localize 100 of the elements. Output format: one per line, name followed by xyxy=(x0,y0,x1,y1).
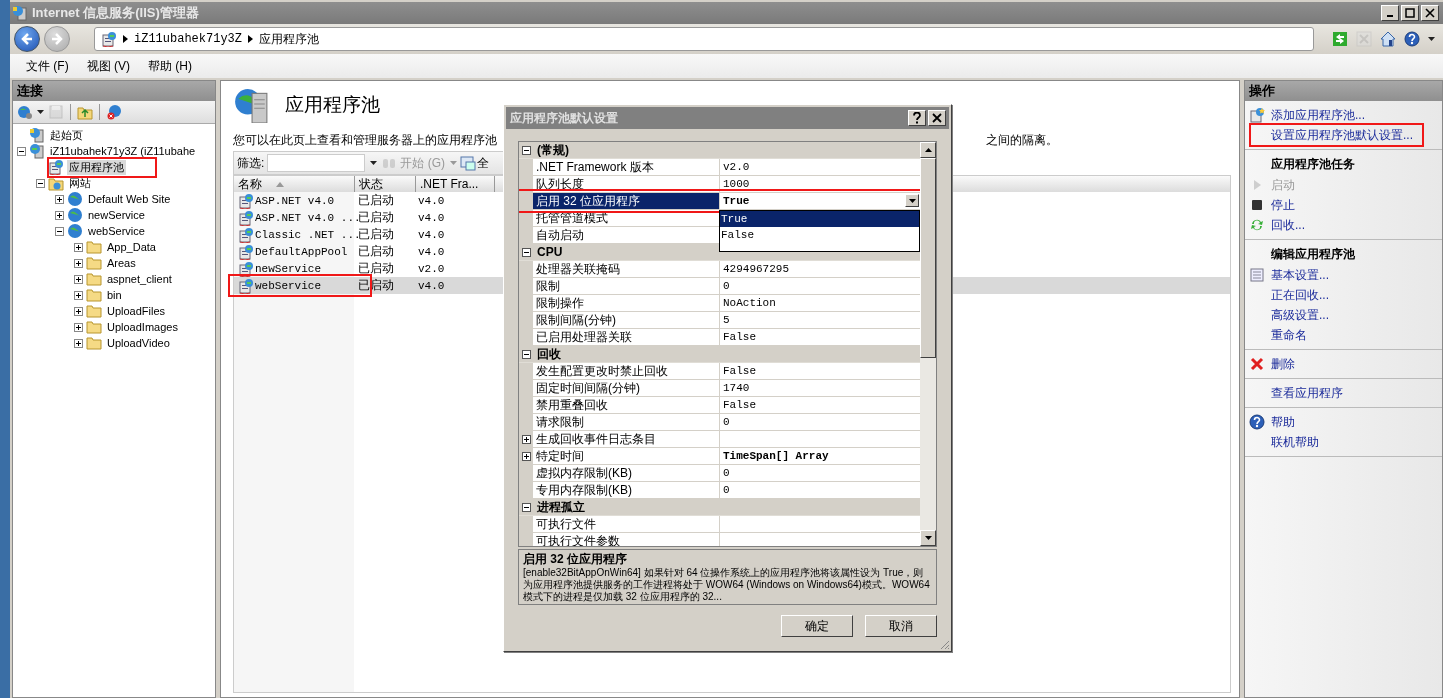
collapse-icon[interactable] xyxy=(17,146,26,156)
tree-item[interactable]: bin xyxy=(105,287,124,303)
collapse-icon[interactable] xyxy=(36,178,45,188)
action-link[interactable]: 帮助 xyxy=(1271,413,1295,431)
action-link[interactable]: 删除 xyxy=(1271,355,1295,373)
expand-icon[interactable] xyxy=(74,258,83,268)
property-name[interactable]: 禁用重叠回收 xyxy=(533,397,720,413)
action-link[interactable]: 查看应用程序 xyxy=(1271,384,1343,402)
action-link[interactable]: 高级设置... xyxy=(1271,306,1329,324)
expand-icon[interactable] xyxy=(55,194,64,204)
arrow-icon[interactable] xyxy=(123,35,128,43)
property-name[interactable]: 可执行文件 xyxy=(533,516,720,532)
tree-item[interactable]: UploadFiles xyxy=(105,303,168,319)
breadcrumb-item[interactable]: 应用程序池 xyxy=(259,30,320,48)
scroll-up-button[interactable] xyxy=(920,142,936,158)
property-name[interactable]: 虚拟内存限制(KB) xyxy=(533,465,720,481)
menu-item[interactable]: 帮助 (H) xyxy=(142,55,198,77)
delete-icon[interactable] xyxy=(1249,356,1265,372)
tree-item[interactable]: UploadVideo xyxy=(105,335,172,351)
expand-icon[interactable] xyxy=(74,306,83,316)
show-all-button[interactable]: 全 xyxy=(477,154,489,172)
column-header[interactable]: .NET Fra... xyxy=(416,176,495,192)
arrow-icon[interactable] xyxy=(248,35,254,43)
property-name[interactable]: 专用内存限制(KB) xyxy=(533,482,720,498)
dropdown-button[interactable] xyxy=(905,194,919,207)
tree-item[interactable]: 网站 xyxy=(67,175,93,191)
tree-item[interactable]: Default Web Site xyxy=(86,191,173,207)
show-all-icon[interactable] xyxy=(460,155,476,171)
menu-item[interactable]: 文件 (F) xyxy=(20,55,75,77)
scrollbar[interactable] xyxy=(920,142,936,546)
maximize-button[interactable] xyxy=(1401,5,1419,21)
ok-button[interactable]: 确定 xyxy=(781,615,853,637)
help-icon[interactable] xyxy=(1404,31,1420,47)
expand-icon[interactable] xyxy=(74,290,83,300)
property-name[interactable]: 托管管道模式 xyxy=(533,210,720,226)
expand-icon[interactable] xyxy=(74,274,83,284)
action-link[interactable]: 正在回收... xyxy=(1271,286,1329,304)
expand-icon[interactable] xyxy=(521,451,531,461)
dropdown-option[interactable]: True xyxy=(720,211,919,227)
expand-icon[interactable] xyxy=(55,210,64,220)
property-name[interactable]: 限制间隔(分钟) xyxy=(533,312,720,328)
action-link[interactable]: 设置应用程序池默认设置... xyxy=(1271,126,1413,144)
expand-icon[interactable] xyxy=(74,338,83,348)
property-name[interactable]: 自动启动 xyxy=(533,227,720,243)
action-link[interactable]: 基本设置... xyxy=(1271,266,1329,284)
tree-item[interactable]: 应用程序池 xyxy=(67,159,126,175)
globe-icon[interactable] xyxy=(17,104,33,120)
collapse-icon[interactable] xyxy=(522,247,531,257)
property-name[interactable]: 限制 xyxy=(533,278,720,294)
tree-item[interactable]: aspnet_client xyxy=(105,271,174,287)
home-icon[interactable] xyxy=(1380,31,1396,47)
breadcrumb-item[interactable]: iZ11ubahek71y3Z xyxy=(134,32,243,46)
tree-item[interactable]: App_Data xyxy=(105,239,158,255)
close-button[interactable] xyxy=(928,110,946,126)
expand-icon[interactable] xyxy=(74,242,83,252)
property-name[interactable]: 特定时间 xyxy=(533,448,720,464)
property-name[interactable]: 固定时间间隔(分钟) xyxy=(533,380,720,396)
column-header[interactable]: 状态 xyxy=(355,176,416,192)
property-name[interactable]: 生成回收事件日志条目 xyxy=(533,431,720,447)
tree-item[interactable]: webService xyxy=(86,223,147,239)
address-field[interactable]: iZ11ubahek71y3Z 应用程序池 xyxy=(94,27,1314,51)
tree-item[interactable]: iZ11ubahek71y3Z (iZ11ubahe xyxy=(48,143,198,159)
property-name[interactable]: 已启用处理器关联 xyxy=(533,329,720,345)
filter-field[interactable] xyxy=(267,154,366,172)
tree-item[interactable]: newService xyxy=(86,207,147,223)
property-name[interactable]: 请求限制 xyxy=(533,414,720,430)
tree-item[interactable]: Areas xyxy=(105,255,138,271)
scroll-thumb[interactable] xyxy=(920,158,936,358)
back-button[interactable] xyxy=(14,26,40,52)
globe-icon[interactable] xyxy=(106,104,122,120)
resize-grip-icon[interactable] xyxy=(938,638,950,650)
help-button[interactable] xyxy=(908,110,926,126)
property-name[interactable]: .NET Framework 版本 xyxy=(533,159,720,175)
help-icon[interactable] xyxy=(1249,414,1265,430)
expand-icon[interactable] xyxy=(74,322,83,332)
action-link[interactable]: 联机帮助 xyxy=(1271,433,1319,451)
dropdown-option[interactable]: False xyxy=(720,227,919,243)
minimize-button[interactable] xyxy=(1381,5,1399,21)
menu-item[interactable]: 视图 (V) xyxy=(80,55,136,77)
property-name[interactable]: 发生配置更改时禁止回收 xyxy=(533,363,720,379)
tree-item[interactable]: UploadImages xyxy=(105,319,180,335)
collapse-icon[interactable] xyxy=(522,349,531,359)
action-link[interactable]: 重命名 xyxy=(1271,326,1307,344)
scroll-down-button[interactable] xyxy=(920,530,936,546)
property-name[interactable]: 限制操作 xyxy=(533,295,720,311)
action-link[interactable]: 添加应用程序池... xyxy=(1271,106,1365,124)
property-name[interactable]: 可执行文件参数 xyxy=(533,533,720,546)
property-name[interactable]: 启用 32 位应用程序 xyxy=(533,193,720,209)
app-pool-icon[interactable] xyxy=(1249,107,1265,123)
cancel-button[interactable]: 取消 xyxy=(865,615,937,637)
collapse-icon[interactable] xyxy=(522,502,531,512)
action-link[interactable]: 回收... xyxy=(1271,216,1305,234)
stop-icon[interactable] xyxy=(1249,197,1265,213)
close-button[interactable] xyxy=(1421,5,1439,21)
expand-icon[interactable] xyxy=(521,434,531,444)
action-link[interactable]: 停止 xyxy=(1271,196,1295,214)
collapse-icon[interactable] xyxy=(522,145,531,155)
property-name[interactable]: 队列长度 xyxy=(533,176,720,192)
collapse-icon[interactable] xyxy=(55,226,64,236)
tree-item[interactable]: 起始页 xyxy=(48,127,85,143)
